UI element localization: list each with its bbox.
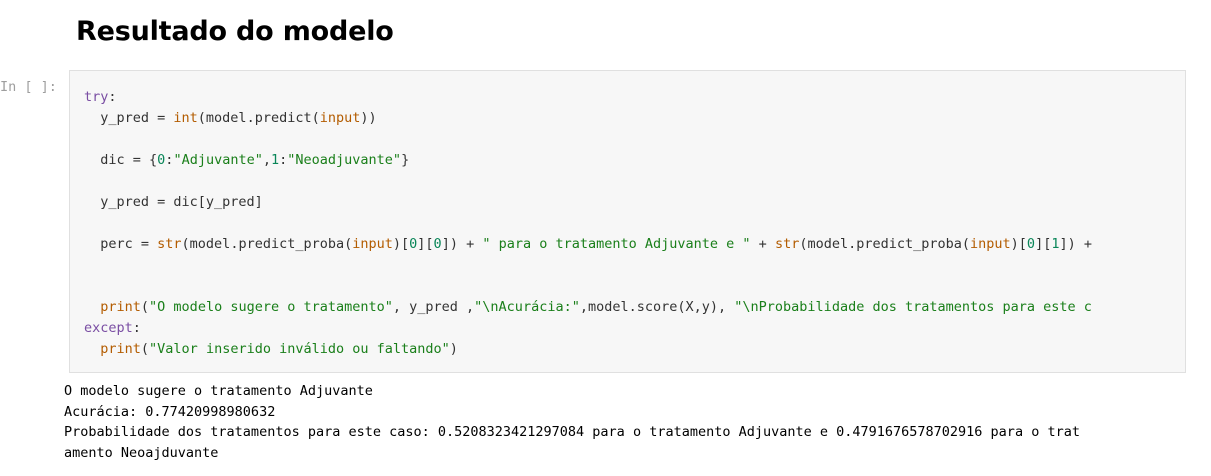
code-line: dic = {0:"Adjuvante",1:"Neoadjuvante"} (84, 150, 1092, 171)
code-token: ][ (417, 236, 434, 252)
output-line: Probabilidade dos tratamentos para este … (64, 424, 1080, 440)
code-token: y_pred = (84, 110, 174, 126)
code-token: : (132, 320, 141, 336)
code-token: (model.predict( (197, 110, 320, 126)
code-token: "Neoadjuvante" (287, 152, 402, 168)
cell-output: O modelo sugere o tratamento Adjuvante Ac… (64, 381, 1189, 463)
code-token: "\nAcurácia:" (474, 299, 580, 315)
code-token: : (108, 89, 117, 105)
code-line: except: (84, 318, 1092, 339)
code-token: str (157, 236, 182, 252)
code-token: 0 (433, 236, 442, 252)
code-token: ][ (1035, 236, 1052, 252)
code-line: y_pred = int(model.predict(input)) (84, 108, 1092, 129)
code-token: input (970, 236, 1011, 252)
code-token: ,model.score(X,y), (579, 299, 735, 315)
code-token: int (173, 110, 198, 126)
code-token: ]) + (441, 236, 483, 252)
code-token: str (774, 236, 800, 252)
markdown-heading: Resultado do modelo (76, 16, 394, 47)
cell-prompt: In [ ]: (0, 79, 57, 95)
code-token: ) (449, 341, 458, 357)
code-token: ( (140, 341, 150, 357)
code-token: except (84, 320, 133, 336)
code-token: " para o tratamento Adjuvante e " (482, 236, 751, 252)
code-token: )) (360, 110, 377, 126)
code-cell-editor[interactable]: try: y_pred = int(model.predict(input)) … (69, 70, 1186, 373)
code-editor-content[interactable]: try: y_pred = int(model.predict(input)) … (84, 87, 1092, 360)
code-line: print("Valor inserido inválido ou faltan… (84, 339, 1092, 360)
code-token: )[ (1010, 236, 1027, 252)
code-token: print (84, 299, 141, 315)
code-token: input (319, 110, 361, 126)
output-line: amento Neoajduvante (64, 444, 219, 461)
output-line: Acurácia: 0.77420998980632 (64, 403, 276, 420)
code-token: (model.predict_proba( (181, 236, 353, 252)
code-token: input (352, 236, 393, 252)
code-token: "Valor inserido inválido ou faltando" (149, 341, 450, 357)
code-token: try (84, 89, 109, 105)
code-token: (model.predict_proba( (799, 236, 971, 252)
code-token: dic = { (84, 152, 158, 168)
code-token: "O modelo sugere o tratamento" (149, 299, 393, 315)
code-token: y_pred = dic[y_pred] (84, 194, 263, 210)
code-token: ]) + (1059, 236, 1092, 252)
code-token: , y_pred , (392, 299, 475, 315)
code-token: + (750, 236, 775, 252)
code-token: "Adjuvante" (173, 152, 263, 168)
code-line: y_pred = dic[y_pred] (84, 192, 1092, 213)
code-token: } (401, 152, 410, 168)
code-token: "\nProbabilidade dos tratamentos para es… (734, 299, 1092, 315)
output-line: O modelo sugere o tratamento Adjuvante (64, 383, 373, 399)
code-token: )[ (392, 236, 410, 252)
code-token: print (84, 341, 141, 357)
code-line: try: (84, 87, 1092, 108)
code-line: print("O modelo sugere o tratamento", y_… (84, 297, 1092, 318)
code-token: 1 (270, 152, 280, 168)
code-token: , (262, 152, 271, 168)
code-token: 0 (1026, 236, 1036, 252)
code-line: perc = str(model.predict_proba(input)[0]… (84, 234, 1092, 255)
code-token: ( (140, 299, 150, 315)
code-token: perc = (84, 236, 158, 252)
